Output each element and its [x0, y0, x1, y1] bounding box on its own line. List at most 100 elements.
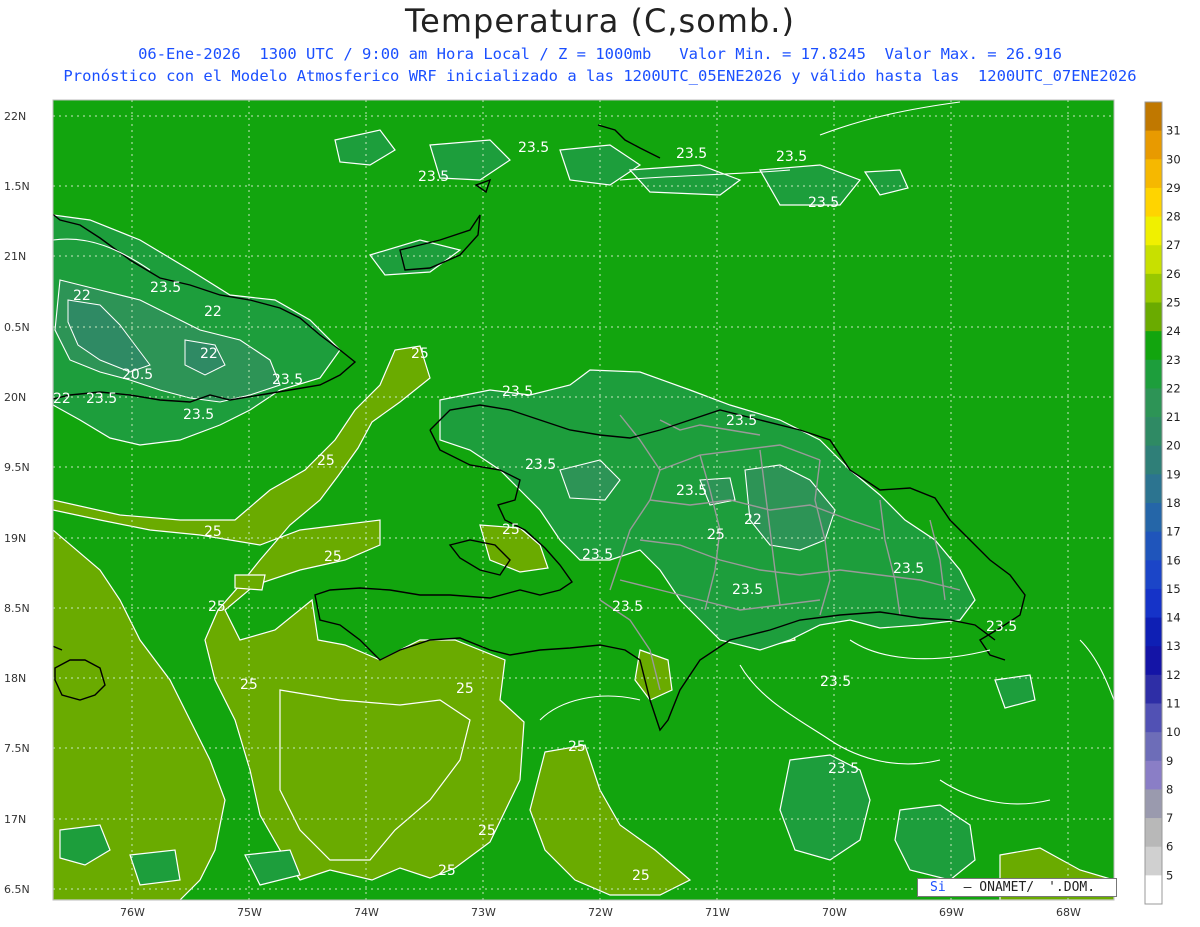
lat-tick-label: 6.5N [4, 883, 30, 896]
lat-tick-label: 8.5N [4, 602, 30, 615]
lat-tick-label: 20N [4, 391, 26, 404]
colorbar-swatch [1145, 732, 1162, 762]
colorbar: 31 30 29 28 27 26 25 24 23 22 21 20 19 18 17 16 15 14 13 12… [1144, 101, 1181, 905]
contour-label: 25 [478, 823, 496, 839]
colorbar-tick-label: 20 [1166, 439, 1181, 453]
longitude-axis: 76W 75W 74W 73W 72W 71W 70W 69W 68W [120, 906, 1081, 919]
lon-tick-label: 76W [120, 906, 145, 919]
contour-label: 23.5 [582, 547, 613, 563]
colorbar-swatch [1145, 302, 1162, 332]
lat-tick-label: 7.5N [4, 742, 30, 755]
colorbar-swatch [1145, 474, 1162, 504]
colorbar-swatch [1145, 445, 1162, 475]
contour-label: 23.5 [732, 582, 763, 598]
colorbar-tick-label: 19 [1166, 467, 1181, 481]
latitude-axis: 22N 1.5N 21N 0.5N 20N 9.5N 19N 8.5N 18N … [4, 110, 30, 896]
colorbar-tick-label: 7 [1166, 811, 1173, 825]
colorbar-tick-label: 18 [1166, 496, 1181, 510]
contour-label: 23.5 [676, 146, 707, 162]
colorbar-tick-label: 26 [1166, 267, 1181, 281]
lon-tick-label: 73W [471, 906, 496, 919]
lon-tick-label: 68W [1056, 906, 1081, 919]
contour-label: 23.5 [525, 457, 556, 473]
contour-label: 25 [411, 346, 429, 362]
colorbar-swatch [1145, 617, 1162, 647]
lat-tick-label: 1.5N [4, 180, 30, 193]
colorbar-tick-label: 31 [1166, 124, 1181, 138]
lon-tick-label: 75W [237, 906, 262, 919]
contour-label: 23.5 [676, 483, 707, 499]
lat-tick-label: 17N [4, 813, 26, 826]
contour-label: 22 [204, 304, 222, 320]
contour-label: 22 [200, 346, 218, 362]
contour-label: 25 [317, 453, 335, 469]
colorbar-tick-label: 6 [1166, 840, 1173, 854]
colorbar-tick-label: 25 [1166, 296, 1181, 310]
temperature-map: 23.5 23.5 23.5 23.5 22 23.5 22 22 20.5 2… [4, 99, 1181, 919]
contour-label: 25 [438, 863, 456, 879]
credit-text-1: Si [930, 880, 946, 895]
colorbar-swatch [1145, 818, 1162, 848]
colorbar-swatch [1145, 245, 1162, 275]
colorbar-swatch [1145, 789, 1162, 819]
contour-label: 25 [632, 868, 650, 884]
lat-tick-label: 21N [4, 250, 26, 263]
lon-tick-label: 70W [822, 906, 847, 919]
credit-text-3: '.DOM. [1048, 880, 1096, 895]
contour-label: 22 [73, 288, 91, 304]
colorbar-swatch [1145, 588, 1162, 618]
contour-label: 23.5 [518, 140, 549, 156]
colorbar-swatch [1145, 388, 1162, 418]
contour-label: 25 [240, 677, 258, 693]
colorbar-swatch [1145, 875, 1162, 905]
colorbar-tick-label: 21 [1166, 410, 1181, 424]
contour-label: 23.5 [183, 407, 214, 423]
colorbar-swatch [1145, 102, 1162, 132]
colorbar-swatch [1145, 760, 1162, 790]
credit-text-2: – ONAMET/ [963, 880, 1035, 895]
contour-label: 23.5 [150, 280, 181, 296]
contour-label: 23.5 [418, 169, 449, 185]
contour-label: 23.5 [502, 384, 533, 400]
colorbar-tick-label: 8 [1166, 782, 1173, 796]
colorbar-swatch [1145, 417, 1162, 447]
lat-tick-label: 18N [4, 672, 26, 685]
contour-label: 23.5 [776, 149, 807, 165]
colorbar-swatch [1145, 273, 1162, 303]
lat-tick-label: 22N [4, 110, 26, 123]
colorbar-tick-label: 11 [1166, 697, 1181, 711]
credit-box: Si – ONAMET/ '.DOM. [917, 878, 1117, 897]
contour-label: 23.5 [986, 619, 1017, 635]
colorbar-tick-label: 12 [1166, 668, 1181, 682]
lon-tick-label: 74W [354, 906, 379, 919]
contour-label: 25 [456, 681, 474, 697]
contour-label: 25 [204, 524, 222, 540]
colorbar-swatch [1145, 531, 1162, 561]
colorbar-tick-label: 10 [1166, 725, 1181, 739]
contour-label: 23.5 [612, 599, 643, 615]
colorbar-tick-label: 22 [1166, 381, 1181, 395]
contour-label: 25 [208, 599, 226, 615]
contour-label: 25 [324, 549, 342, 565]
contour-label: 25 [707, 527, 725, 543]
colorbar-swatch [1145, 130, 1162, 160]
colorbar-tick-label: 13 [1166, 639, 1181, 653]
contour-label: 23.5 [820, 674, 851, 690]
colorbar-tick-label: 29 [1166, 181, 1181, 195]
colorbar-tick-label: 28 [1166, 210, 1181, 224]
colorbar-tick-label: 24 [1166, 324, 1181, 338]
lon-tick-label: 72W [588, 906, 613, 919]
contour-label: 23.5 [86, 391, 117, 407]
contour-label: 22 [744, 512, 762, 528]
colorbar-tick-label: 23 [1166, 353, 1181, 367]
lon-tick-label: 71W [705, 906, 730, 919]
contour-label: 25 [568, 739, 586, 755]
colorbar-swatch [1145, 359, 1162, 389]
colorbar-tick-label: 15 [1166, 582, 1181, 596]
colorbar-tick-label: 16 [1166, 553, 1181, 567]
colorbar-swatch [1145, 331, 1162, 361]
lat-tick-label: 0.5N [4, 321, 30, 334]
lat-tick-label: 19N [4, 532, 26, 545]
contour-label: 23.5 [808, 195, 839, 211]
contour-label: 23.5 [272, 372, 303, 388]
